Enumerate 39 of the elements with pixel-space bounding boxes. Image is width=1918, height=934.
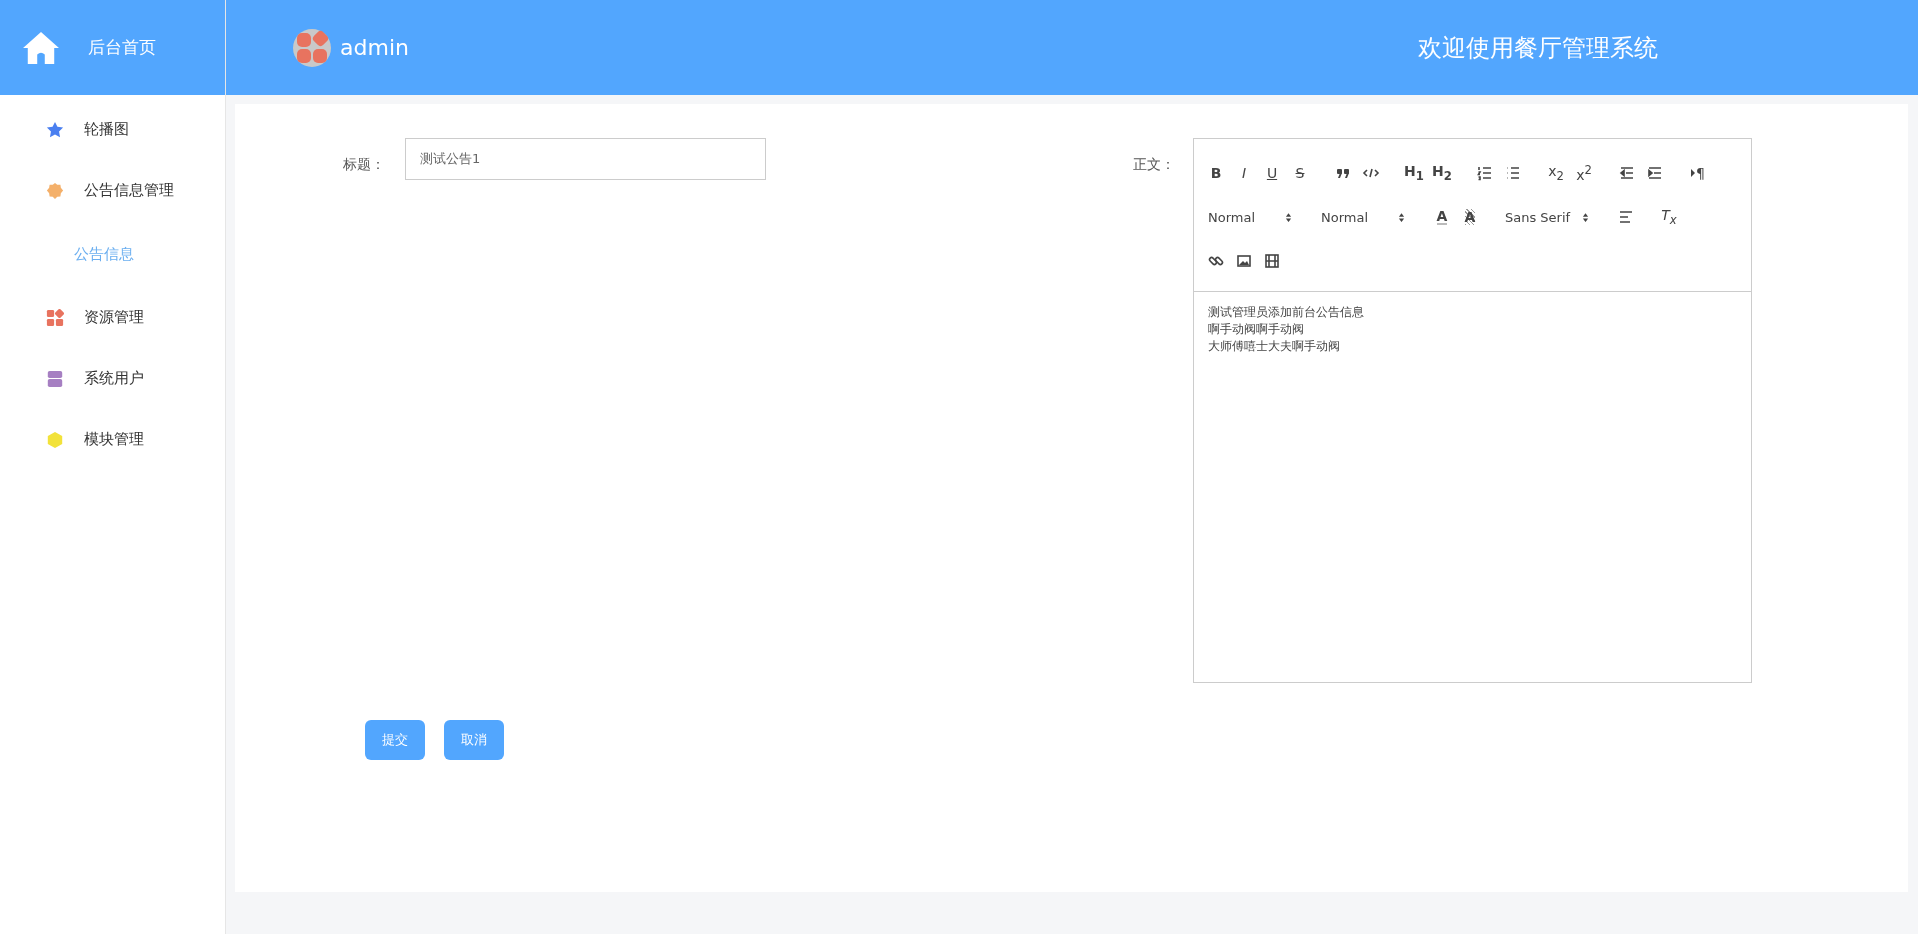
menu-item[interactable]: 模块管理 — [0, 409, 225, 470]
editor-content[interactable]: 测试管理员添加前台公告信息 啊手动阀啊手动阀 大师傅嘻士大夫啊手动阀 — [1194, 292, 1751, 367]
field-label: 标题： — [343, 156, 386, 174]
dropdown[interactable]: Normal — [1202, 205, 1300, 229]
bullet-list-icon — [1504, 164, 1522, 182]
script-button[interactable]: x$_{2}$ — [1542, 161, 1570, 185]
outdent-icon — [1618, 164, 1636, 182]
field-label: 正文： — [1133, 156, 1176, 174]
text-line: 测试管理员添加前台公告信息 — [1208, 304, 1365, 321]
text-line: 啊手动阀啊手动阀 — [1208, 321, 1305, 338]
clean-button[interactable]: T$_{x}$ — [1655, 205, 1683, 229]
menu-item[interactable]: 轮播图 — [0, 99, 225, 160]
background-button[interactable]: A — [1456, 205, 1484, 229]
menu-item[interactable]: 资源管理 — [0, 287, 225, 348]
page-title: 欢迎使用餐厅管理系统 — [1418, 32, 1658, 64]
strike-button[interactable]: S — [1286, 161, 1314, 185]
sort-icon — [1285, 211, 1292, 223]
indent-icon — [1646, 164, 1664, 182]
direction-button[interactable]: ¶ — [1684, 161, 1712, 185]
dropdown[interactable]: Normal — [1315, 205, 1413, 229]
title-input[interactable]: 测试公告1 — [405, 138, 766, 180]
menu-item[interactable]: 公告信息管理 — [0, 160, 225, 221]
text-line: 大师傅嘻士大夫啊手动阀 — [1208, 338, 1341, 355]
underline-button[interactable]: U — [1258, 161, 1286, 185]
menu-item[interactable]: 系统用户 — [0, 348, 225, 409]
home-icon — [22, 30, 60, 65]
text-color-button[interactable]: A — [1428, 205, 1456, 229]
image-icon — [1235, 252, 1253, 270]
bold-button[interactable]: B — [1202, 161, 1230, 185]
header-button[interactable]: H$_{2}$ — [1428, 161, 1456, 185]
align-icon — [1617, 208, 1635, 226]
header-button[interactable]: H$_{1}$ — [1400, 161, 1428, 185]
italic-button[interactable]: I — [1230, 161, 1258, 185]
sort-icon — [1582, 211, 1589, 223]
ordered-list-icon — [1476, 164, 1494, 182]
dropdown[interactable]: Sans Serif — [1499, 205, 1597, 229]
script-button[interactable]: x$^{2}$ — [1570, 161, 1598, 185]
video-icon — [1263, 252, 1281, 270]
sort-icon — [1398, 211, 1405, 223]
